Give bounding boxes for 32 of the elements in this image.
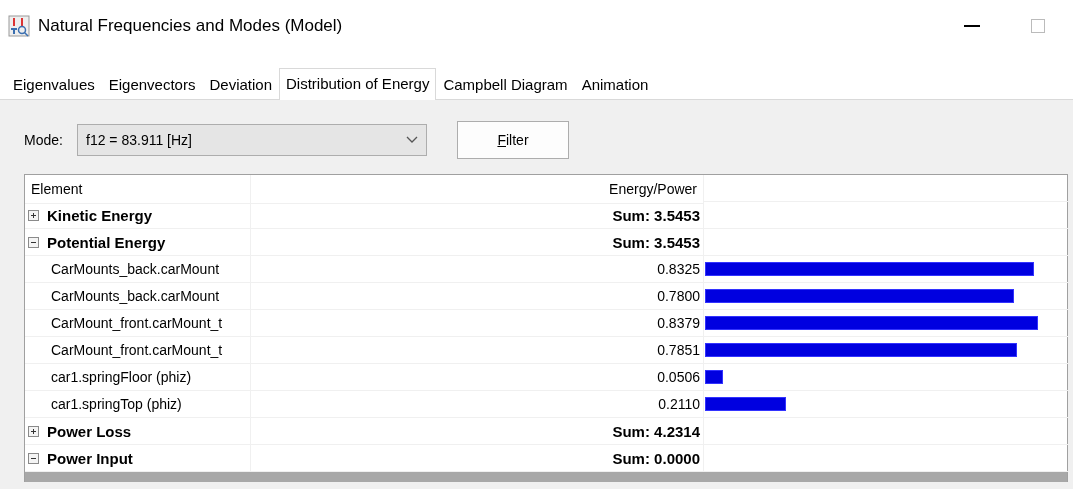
group-row-label[interactable]: Potential Energy	[25, 229, 251, 256]
element-cell: CarMount_front.carMount_t	[25, 310, 251, 337]
value-cell: 0.2110	[251, 391, 704, 418]
collapse-icon[interactable]	[28, 236, 39, 248]
value-cell: 0.8379	[251, 310, 704, 337]
chevron-down-icon[interactable]	[406, 136, 418, 144]
value-cell: 0.0506	[251, 364, 704, 391]
group-row-label[interactable]: Kinetic Energy	[25, 202, 251, 229]
window-title: Natural Frequencies and Modes (Model)	[38, 16, 344, 36]
group-row-label[interactable]: Power Loss	[25, 418, 251, 445]
value-cell: 0.7800	[251, 283, 704, 310]
column-header: Energy/Power	[251, 175, 704, 204]
element-cell: CarMounts_back.carMount	[25, 283, 251, 310]
value-cell: 0.8325	[251, 256, 704, 283]
expand-icon[interactable]	[28, 209, 39, 221]
tab[interactable]: Distribution of Energy	[279, 68, 437, 100]
expand-icon[interactable]	[28, 425, 39, 437]
scrollbar[interactable]	[25, 472, 1067, 482]
column-header: Element	[25, 175, 251, 204]
value-cell: Sum: 3.5453	[251, 229, 704, 256]
collapse-icon[interactable]	[28, 452, 39, 464]
value-cell: Sum: 4.2314	[251, 418, 704, 445]
value-cell: 0.7851	[251, 337, 704, 364]
mode-label: Mode:	[24, 132, 64, 148]
element-cell: CarMount_front.carMount_t	[25, 337, 251, 364]
mode-dropdown[interactable]: f12 = 83.911 [Hz]	[77, 124, 427, 156]
element-cell: car1.springTop (phiz)	[25, 391, 251, 418]
app-icon	[8, 15, 30, 37]
value-cell: Sum: 3.5453	[251, 202, 704, 229]
element-cell: CarMounts_back.carMount	[25, 256, 251, 283]
element-cell: car1.springFloor (phiz)	[25, 364, 251, 391]
filter-button[interactable]: Filter	[457, 121, 569, 159]
